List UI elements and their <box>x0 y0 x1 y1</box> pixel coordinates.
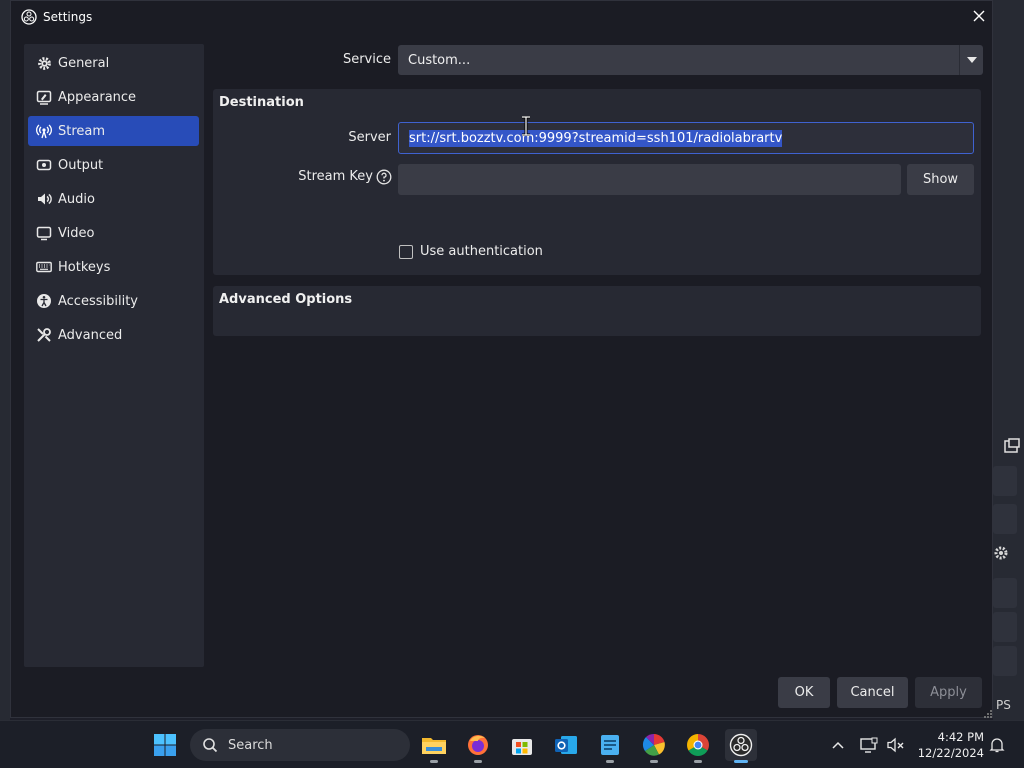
service-label: Service <box>342 52 391 67</box>
sidebar-item-audio[interactable]: Audio <box>28 184 199 214</box>
show-button[interactable]: Show <box>907 164 974 195</box>
chrome-icon[interactable] <box>682 729 714 763</box>
appearance-icon <box>36 89 52 105</box>
ok-button[interactable]: OK <box>778 677 830 708</box>
search-label: Search <box>228 737 273 753</box>
sidebar-item-hotkeys[interactable]: Hotkeys <box>28 252 199 282</box>
sidebar-item-appearance[interactable]: Appearance <box>28 82 199 112</box>
sidebar-item-general[interactable]: General <box>28 48 199 78</box>
clock-time: 4:42 PM <box>937 730 984 744</box>
windows-start-icon[interactable] <box>153 733 177 757</box>
running-indicator <box>650 760 658 763</box>
notepad-icon[interactable] <box>594 729 626 763</box>
sidebar-item-label: Advanced <box>58 327 123 343</box>
active-indicator <box>734 760 748 763</box>
sidebar-item-label: Audio <box>58 191 95 207</box>
accessibility-icon <box>36 293 52 309</box>
sidebar-item-video[interactable]: Video <box>28 218 199 248</box>
dock-undock-icon[interactable] <box>1004 438 1020 454</box>
sidebar-item-label: Output <box>58 157 104 173</box>
sidebar-item-stream[interactable]: Stream <box>28 116 199 146</box>
settings-sidebar: General Appearance Stream Output Audio V… <box>24 44 204 667</box>
keyboard-icon <box>36 259 52 275</box>
running-indicator <box>474 760 482 763</box>
resize-grip-icon[interactable] <box>983 709 993 719</box>
search-icon <box>203 738 218 753</box>
microsoft-store-icon[interactable] <box>506 729 538 761</box>
window-title: Settings <box>43 10 93 24</box>
sidebar-item-label: Hotkeys <box>58 259 111 275</box>
server-input[interactable]: srt://srt.bozztv.com:9999?streamid=ssh10… <box>398 122 974 154</box>
service-value: Custom... <box>408 52 471 68</box>
title-bar[interactable]: Settings <box>11 1 994 33</box>
tools-icon <box>36 327 52 343</box>
chevron-up-icon[interactable] <box>828 735 848 755</box>
help-icon[interactable] <box>376 169 392 185</box>
volume-muted-icon[interactable] <box>886 735 906 755</box>
sidebar-item-label: Stream <box>58 123 106 139</box>
obs-panel-block <box>993 466 1017 496</box>
taskbar-search[interactable]: Search <box>190 729 410 761</box>
taskbar-clock[interactable]: 4:42 PM 12/22/2024 <box>914 729 984 761</box>
close-button[interactable] <box>964 1 994 31</box>
obs-panel-block <box>993 646 1017 676</box>
settings-dialog: Settings General Appearance Stream Outpu… <box>10 0 993 718</box>
obs-left-edge <box>0 0 10 720</box>
sidebar-item-advanced[interactable]: Advanced <box>28 320 199 350</box>
use-authentication-checkbox[interactable] <box>399 245 413 259</box>
chevron-down-icon[interactable] <box>959 45 983 75</box>
gear-icon <box>36 55 52 71</box>
monitor-icon <box>36 225 52 241</box>
obs-panel-block <box>993 578 1017 608</box>
taskbar: Search 4:42 PM 12/22/2024 <box>0 720 1024 768</box>
outlook-icon[interactable] <box>550 729 582 761</box>
fps-label-fragment: PS <box>996 698 1011 712</box>
sidebar-item-label: Appearance <box>58 89 137 105</box>
cancel-button[interactable]: Cancel <box>837 677 908 708</box>
obs-right-panel <box>993 0 1024 720</box>
gear-icon[interactable] <box>993 545 1009 561</box>
advanced-options-title: Advanced Options <box>219 292 353 307</box>
sidebar-item-label: General <box>58 55 110 71</box>
advanced-options-group[interactable]: Advanced Options <box>213 286 981 336</box>
obs-panel-block <box>993 504 1017 534</box>
display-tray-icon[interactable] <box>859 735 879 755</box>
file-explorer-icon[interactable] <box>418 729 450 763</box>
running-indicator <box>694 760 702 763</box>
apply-button[interactable]: Apply <box>915 677 982 708</box>
obs-icon <box>21 9 37 25</box>
running-indicator <box>430 760 438 763</box>
color-app-icon[interactable] <box>638 729 670 763</box>
sidebar-item-label: Video <box>58 225 95 241</box>
service-dropdown[interactable]: Custom... <box>398 45 983 75</box>
close-icon <box>973 10 985 22</box>
clock-date: 12/22/2024 <box>917 746 984 760</box>
destination-title: Destination <box>219 95 304 110</box>
server-value: srt://srt.bozztv.com:9999?streamid=ssh10… <box>409 129 783 147</box>
notification-bell-icon[interactable] <box>987 735 1007 755</box>
obs-panel-block <box>993 612 1017 642</box>
output-icon <box>36 157 52 173</box>
sidebar-item-label: Accessibility <box>58 293 138 309</box>
server-label: Server <box>348 130 391 145</box>
firefox-icon[interactable] <box>462 729 494 763</box>
speaker-icon <box>36 191 52 207</box>
obs-taskbar-icon[interactable] <box>725 729 757 763</box>
broadcast-icon <box>36 123 52 139</box>
text-cursor-icon <box>522 116 530 136</box>
sidebar-item-accessibility[interactable]: Accessibility <box>28 286 199 316</box>
stream-key-label: Stream Key <box>298 169 373 184</box>
running-indicator <box>606 760 614 763</box>
sidebar-item-output[interactable]: Output <box>28 150 199 180</box>
use-authentication-label: Use authentication <box>420 244 543 259</box>
stream-key-input[interactable] <box>398 164 901 195</box>
